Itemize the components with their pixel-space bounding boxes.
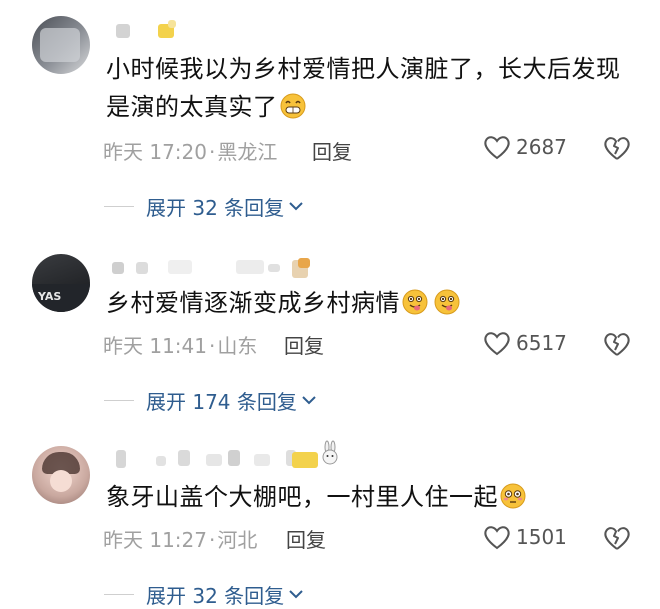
like-count: 1501 [516, 525, 567, 549]
comment-location: 黑龙江 [217, 140, 278, 164]
comment-meta: 昨天 11:41 · 山东 [103, 334, 258, 358]
expand-replies-button[interactable]: 展开 32 条回复 [104, 580, 304, 608]
tongue-emoji-icon [434, 289, 460, 315]
comment-text: 小时候我以为乡村爱情把人演脏了，长大后发现是演的太真实了 [106, 55, 621, 121]
reply-button[interactable]: 回复 [284, 330, 324, 359]
avatar[interactable]: YAS [32, 254, 90, 312]
like-count: 2687 [516, 135, 567, 159]
comment-time: 昨天 11:27 [103, 528, 207, 552]
heart-icon [484, 526, 510, 550]
heart-icon [484, 332, 510, 356]
avatar-badge-text: YAS [38, 290, 62, 303]
grin-emoji-icon [280, 93, 305, 119]
comment-time: 昨天 11:41 [103, 334, 207, 358]
chevron-down-icon [289, 590, 303, 599]
reply-button[interactable]: 回复 [286, 524, 326, 553]
expand-replies-button[interactable]: 展开 174 条回复 [104, 386, 317, 414]
dislike-broken-heart-icon[interactable] [602, 134, 632, 162]
expand-replies-button[interactable]: 展开 32 条回复 [104, 192, 304, 220]
heart-icon [484, 136, 510, 160]
comment-location: 河北 [217, 528, 258, 552]
dislike-broken-heart-icon[interactable] [602, 330, 632, 358]
like-button[interactable]: 6517 [482, 328, 567, 358]
chevron-down-icon [302, 396, 316, 405]
like-button[interactable]: 2687 [482, 132, 567, 162]
comment-text: 象牙山盖个大棚吧，一村里人住一起 [106, 478, 636, 516]
like-button[interactable]: 1501 [482, 522, 567, 552]
reply-button[interactable]: 回复 [312, 136, 352, 165]
avatar[interactable] [32, 446, 90, 504]
divider [104, 399, 134, 401]
chevron-down-icon [289, 202, 303, 211]
rabbit-icon [322, 440, 338, 465]
like-count: 6517 [516, 331, 567, 355]
comment-time: 昨天 17:20 [103, 140, 207, 164]
comment-meta: 昨天 17:20 · 黑龙江 [103, 140, 278, 164]
comment-text: 乡村爱情逐渐变成乡村病情 [106, 284, 636, 322]
divider [104, 205, 134, 207]
flushed-emoji-icon [500, 483, 526, 509]
comment-meta: 昨天 11:27 · 河北 [103, 528, 258, 552]
avatar[interactable] [32, 16, 90, 74]
dislike-broken-heart-icon[interactable] [602, 524, 632, 552]
comment-location: 山东 [217, 334, 258, 358]
tongue-emoji-icon [402, 289, 428, 315]
divider [104, 593, 134, 595]
